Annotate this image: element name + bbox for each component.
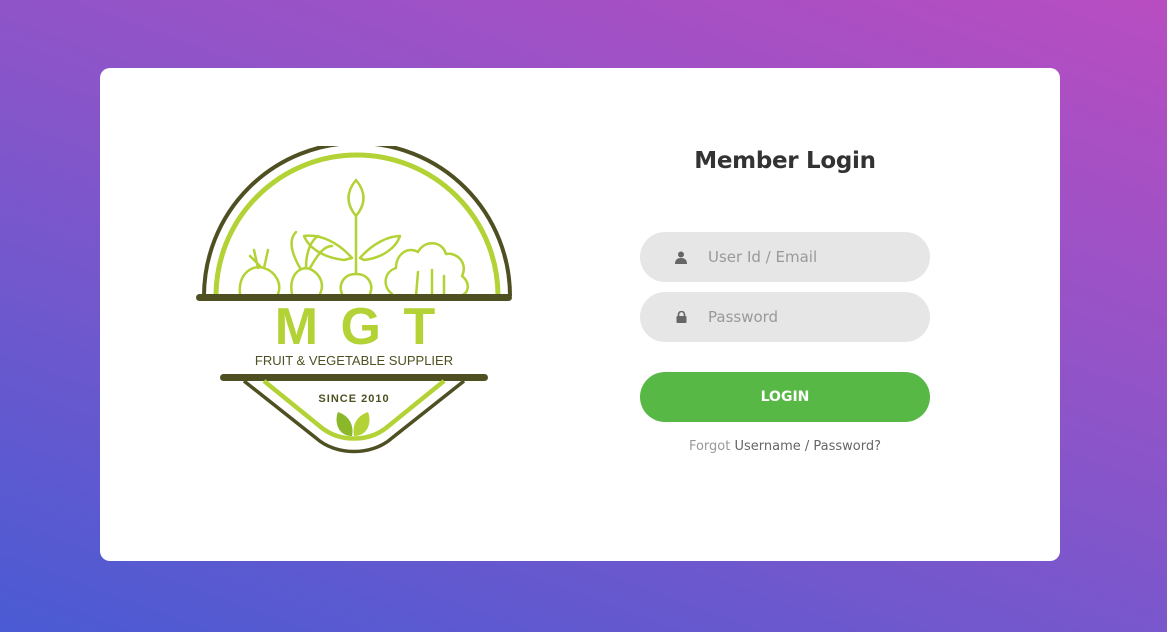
- login-card: M G T FRUIT & VEGETABLE SUPPLIER SINCE 2…: [100, 68, 1060, 561]
- username-field[interactable]: [640, 232, 930, 282]
- page-title: Member Login: [694, 148, 876, 174]
- password-input[interactable]: [640, 292, 930, 342]
- mgt-logo: M G T FRUIT & VEGETABLE SUPPLIER SINCE 2…: [192, 146, 522, 460]
- username-input[interactable]: [640, 232, 930, 282]
- logo-tagline: FRUIT & VEGETABLE SUPPLIER: [255, 353, 453, 368]
- forgot-link[interactable]: Username / Password?: [734, 439, 881, 454]
- logo-since: SINCE 2010: [318, 393, 389, 405]
- forgot-prefix: Forgot: [688, 439, 731, 454]
- forgot-row: Forgot Username / Password?: [640, 439, 930, 454]
- logo-letters: M G T: [275, 298, 439, 356]
- password-field[interactable]: [640, 292, 930, 342]
- login-form: Member Login LOGIN Forgot Usernam: [640, 146, 930, 454]
- login-button[interactable]: LOGIN: [640, 372, 930, 422]
